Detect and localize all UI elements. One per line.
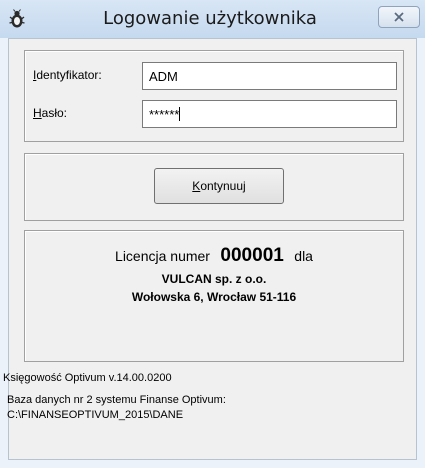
database-path: C:\FINANSEOPTIVUM_2015\DANE xyxy=(7,409,184,421)
license-group: Licencja numer 000001 dla VULCAN sp. z o… xyxy=(24,230,404,362)
password-label: Hasło: xyxy=(33,106,68,120)
continue-button[interactable]: Kontynuuj xyxy=(154,168,284,204)
credentials-group: Identyfikator: ADM Hasło: ****** xyxy=(24,50,404,142)
window-title: Logowanie użytkownika xyxy=(103,8,317,29)
identifier-input[interactable]: ADM xyxy=(142,62,397,90)
license-number: 000001 xyxy=(220,245,284,266)
title-bar[interactable]: Logowanie użytkownika xyxy=(0,0,425,38)
license-prefix: Licencja numer xyxy=(115,248,210,264)
password-input[interactable]: ****** xyxy=(142,100,397,128)
license-number-line: Licencja numer 000001 dla xyxy=(25,245,403,267)
close-icon xyxy=(394,12,404,22)
license-suffix: dla xyxy=(294,248,313,264)
license-company: VULCAN sp. z o.o. xyxy=(161,272,267,286)
database-info: Baza danych nr 2 systemu Finanse Optivum… xyxy=(7,394,226,406)
login-window: Logowanie użytkownika Identyfikator: ADM… xyxy=(0,0,425,468)
close-button[interactable] xyxy=(378,6,420,28)
app-version: Księgowość Optivum v.14.00.0200 xyxy=(3,372,172,384)
text-caret xyxy=(179,107,181,121)
bug-icon xyxy=(9,9,25,28)
license-address: Wołowska 6, Wrocław 51-116 xyxy=(131,290,297,304)
dialog-body: Identyfikator: ADM Hasło: ****** Kontynu… xyxy=(3,38,417,460)
identifier-label: Identyfikator: xyxy=(33,68,102,82)
actions-group: Kontynuuj xyxy=(24,153,404,221)
